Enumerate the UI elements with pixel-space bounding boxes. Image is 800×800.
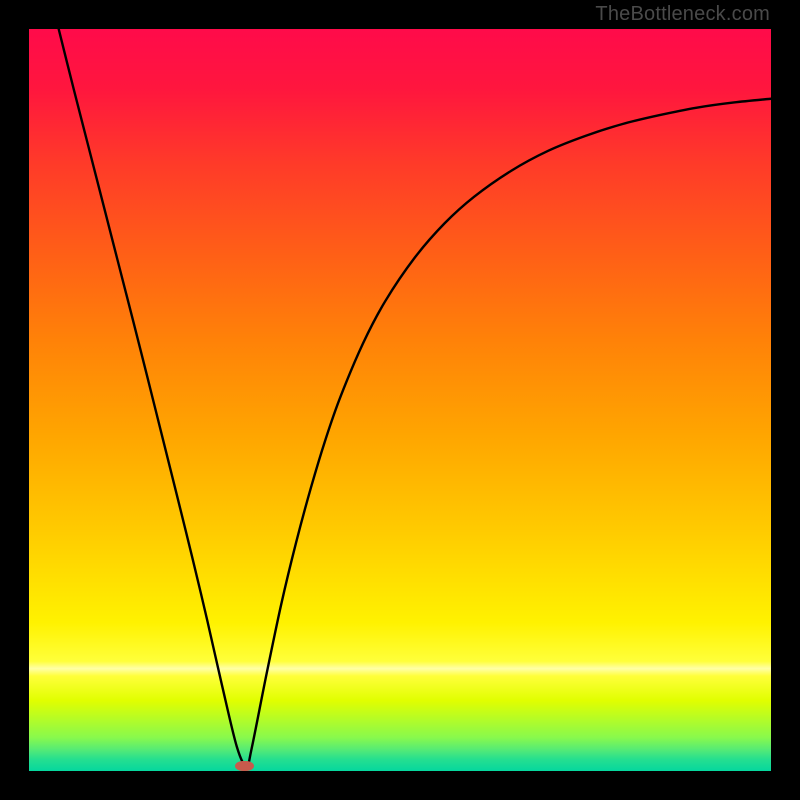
plot-area <box>29 29 771 771</box>
optimum-marker <box>235 761 254 771</box>
bottleneck-curve <box>29 29 771 771</box>
chart-frame: TheBottleneck.com <box>0 0 800 800</box>
attribution-text: TheBottleneck.com <box>595 3 770 26</box>
